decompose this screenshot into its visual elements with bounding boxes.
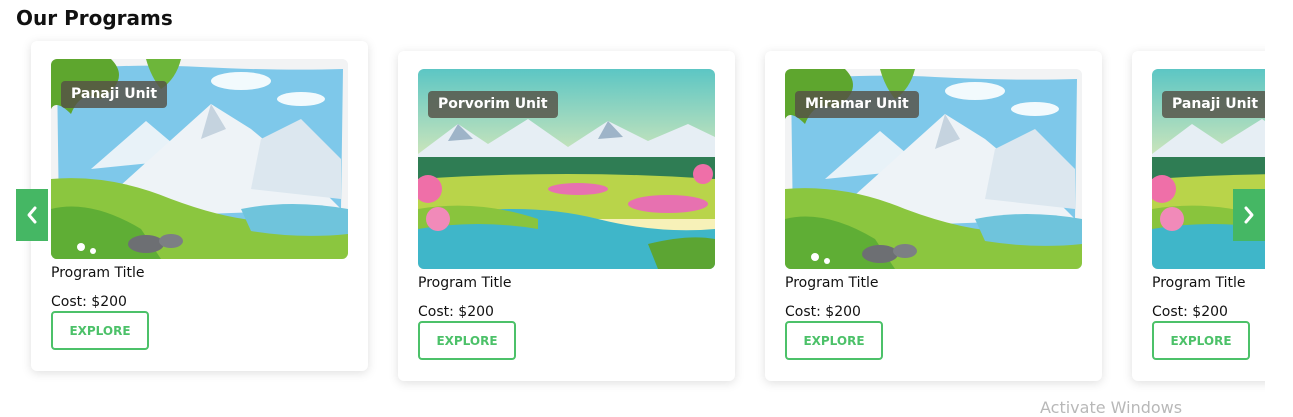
program-card: Panaji Unit Program Title Cost: $200 EXP… <box>31 41 368 371</box>
os-activation-watermark: Activate Windows <box>1040 398 1183 417</box>
program-title: Program Title <box>51 265 145 281</box>
program-card: Miramar Unit Program Title Cost: $200 EX… <box>765 51 1102 381</box>
unit-badge: Panaji Unit <box>1162 91 1265 118</box>
explore-button[interactable]: EXPLORE <box>418 321 516 360</box>
program-cost: Cost: $200 <box>785 304 861 320</box>
unit-badge: Panaji Unit <box>61 81 168 108</box>
chevron-right-icon <box>1244 206 1254 224</box>
carousel-prev-button[interactable] <box>16 189 48 241</box>
carousel-next-button[interactable] <box>1233 189 1265 241</box>
program-image: Panaji Unit <box>51 59 348 259</box>
program-title: Program Title <box>785 275 879 291</box>
chevron-left-icon <box>27 206 37 224</box>
unit-badge: Miramar Unit <box>795 91 919 118</box>
explore-button[interactable]: EXPLORE <box>1152 321 1250 360</box>
program-carousel: Panaji Unit Program Title Cost: $200 EXP… <box>0 0 1265 417</box>
program-cost: Cost: $200 <box>1152 304 1228 320</box>
program-title: Program Title <box>418 275 512 291</box>
program-image: Porvorim Unit <box>418 69 715 269</box>
program-card: Porvorim Unit Program Title Cost: $200 E… <box>398 51 735 381</box>
explore-button[interactable]: EXPLORE <box>785 321 883 360</box>
program-cost: Cost: $200 <box>51 294 127 310</box>
program-title: Program Title <box>1152 275 1246 291</box>
unit-badge: Porvorim Unit <box>428 91 558 118</box>
program-image: Miramar Unit <box>785 69 1082 269</box>
explore-button[interactable]: EXPLORE <box>51 311 149 350</box>
program-cost: Cost: $200 <box>418 304 494 320</box>
